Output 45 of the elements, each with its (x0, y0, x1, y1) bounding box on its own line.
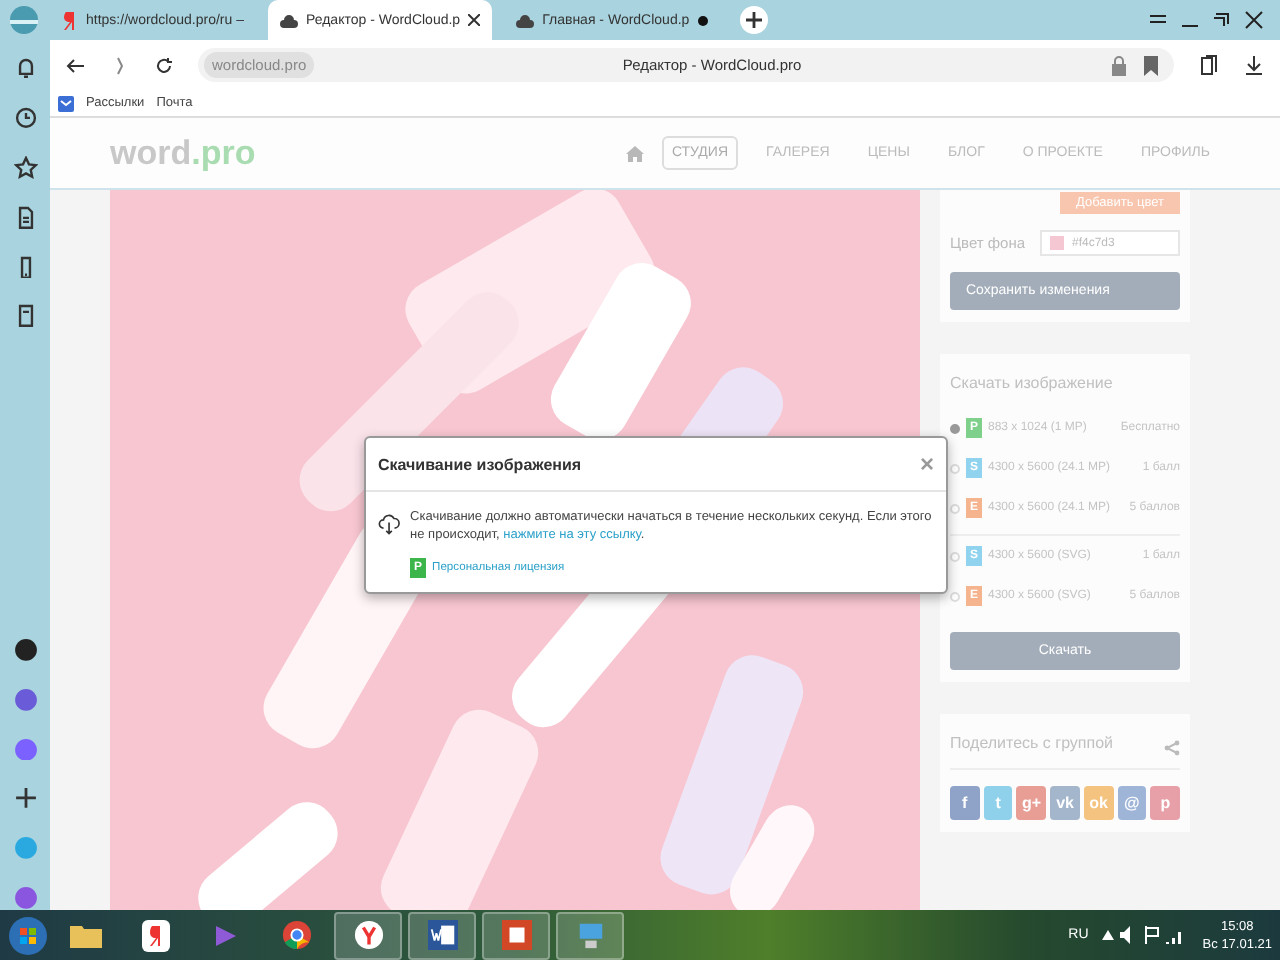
flag-icon[interactable] (1144, 926, 1161, 944)
social-button[interactable]: g+ (1016, 786, 1047, 820)
menu-icon[interactable] (1148, 12, 1168, 28)
tray-arrow-icon[interactable] (1102, 930, 1115, 940)
new-tab-icon[interactable] (739, 6, 768, 34)
reload-icon[interactable] (154, 55, 174, 75)
download-icon[interactable] (1244, 54, 1264, 76)
network-icon[interactable] (556, 911, 624, 959)
signal-icon[interactable] (1166, 927, 1185, 943)
back-icon[interactable] (66, 55, 86, 75)
note-icon[interactable] (13, 304, 37, 329)
add-icon[interactable] (13, 786, 37, 811)
dialog-title: Скачивание изображения (378, 455, 582, 473)
doc-icon[interactable] (13, 205, 37, 229)
bell-icon[interactable] (13, 56, 37, 80)
presentation-icon[interactable] (482, 911, 550, 959)
browser-logo-icon[interactable] (8, 4, 40, 36)
cloud-icon (516, 13, 535, 27)
yandex-browser-icon[interactable] (334, 911, 402, 959)
pages-icon[interactable] (1198, 54, 1220, 76)
restore-icon[interactable] (1212, 12, 1232, 28)
social-button[interactable]: @ (1117, 786, 1147, 820)
yandex-icon (64, 11, 78, 29)
cloud-icon (280, 13, 298, 27)
close-icon[interactable] (1244, 10, 1264, 30)
lock-icon (1110, 55, 1128, 75)
clock-icon[interactable] (13, 105, 37, 130)
close-button[interactable]: × (919, 454, 934, 474)
word-icon[interactable] (408, 911, 476, 959)
close-icon[interactable] (468, 14, 481, 26)
radio-dot[interactable] (950, 423, 960, 433)
card-title: Поделитесь с группой (950, 734, 1114, 752)
bookmark-icon[interactable] (1144, 55, 1158, 75)
start-icon[interactable] (8, 915, 48, 955)
social-button[interactable]: p (1150, 786, 1181, 820)
social-button[interactable]: vk (1050, 786, 1080, 820)
app-icon[interactable] (13, 886, 37, 911)
social-button[interactable]: t (983, 786, 1013, 820)
social-button[interactable]: ok (1083, 786, 1114, 820)
app-icon[interactable] (13, 637, 37, 662)
card-title: Скачать изображение (950, 374, 1115, 392)
audio-dot-icon (697, 15, 708, 25)
social-button[interactable]: f (950, 786, 980, 820)
mail-icon (58, 95, 74, 111)
star-icon[interactable] (13, 155, 37, 180)
